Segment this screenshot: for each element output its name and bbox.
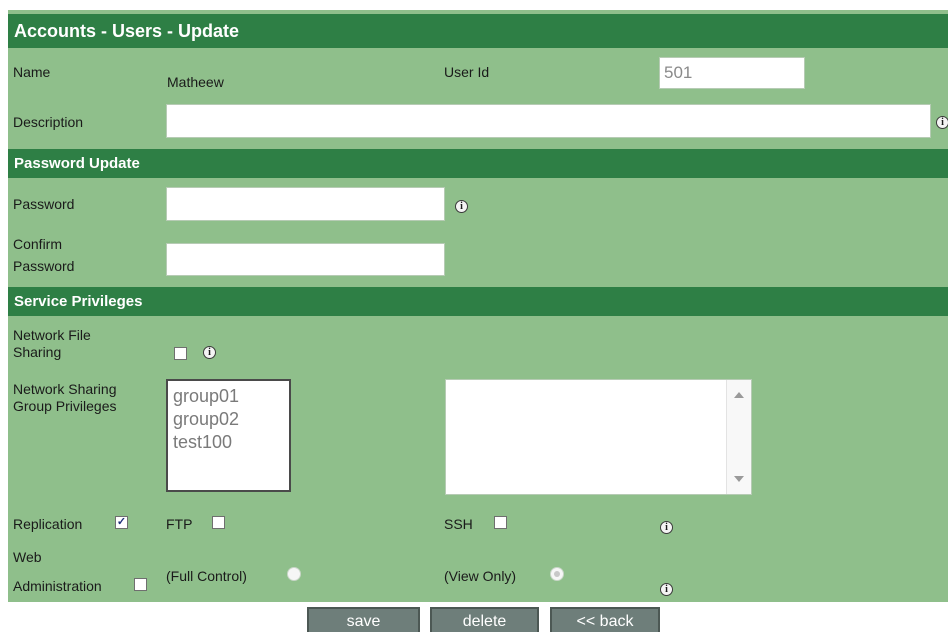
password-label: Password xyxy=(13,196,75,212)
ssh-label: SSH xyxy=(444,516,473,532)
name-value: Matheew xyxy=(167,74,224,90)
description-info-icon[interactable]: i xyxy=(936,116,948,129)
web-admin-info-icon[interactable]: i xyxy=(660,583,673,596)
confirm-password-label: Confirm Password xyxy=(13,236,74,275)
full-control-radio[interactable] xyxy=(287,567,301,581)
description-field[interactable] xyxy=(166,104,931,138)
password-info-icon[interactable]: i xyxy=(455,200,468,213)
ftp-checkbox[interactable] xyxy=(212,516,225,529)
password-field[interactable] xyxy=(166,187,445,221)
password-section-header: Password Update xyxy=(8,149,948,178)
confirm-label-line2: Password xyxy=(13,258,75,274)
replication-label: Replication xyxy=(13,516,83,532)
confirm-label-line1: Confirm xyxy=(13,236,63,252)
view-only-label: (View Only) xyxy=(444,568,517,584)
ssh-checkbox[interactable] xyxy=(494,516,507,529)
page-title: Accounts - Users - Update xyxy=(8,14,948,48)
description-label: Description xyxy=(13,114,84,130)
web-label-line1: Web xyxy=(13,549,42,565)
name-label: Name xyxy=(13,64,51,80)
scrollbar[interactable] xyxy=(726,380,751,494)
scroll-down-icon[interactable] xyxy=(734,476,744,482)
selected-groups-list[interactable] xyxy=(445,379,752,495)
nfs-info-icon[interactable]: i xyxy=(203,346,216,359)
web-admin-label: Web Administration xyxy=(13,549,102,595)
nfs-label-line1: Network File xyxy=(13,327,91,343)
userid-field[interactable]: 501 xyxy=(659,57,805,89)
full-control-label: (Full Control) xyxy=(166,568,247,584)
nfs-checkbox[interactable] xyxy=(174,347,187,360)
group-label-line1: Network Sharing xyxy=(13,381,117,397)
back-button[interactable]: << back xyxy=(550,607,660,632)
group-label-line2: Group Privileges xyxy=(13,398,117,414)
confirm-password-field[interactable] xyxy=(166,243,445,276)
check-icon: ✓ xyxy=(116,516,127,528)
view-only-radio[interactable] xyxy=(550,567,564,581)
available-groups-list[interactable]: group01 group02 test100 xyxy=(166,379,291,492)
replication-checkbox[interactable]: ✓ xyxy=(115,516,128,529)
userid-label: User Id xyxy=(444,64,490,80)
web-label-line2: Administration xyxy=(13,578,102,594)
nfs-label: Network File Sharing xyxy=(13,327,91,361)
group-privileges-label: Network Sharing Group Privileges xyxy=(13,381,117,415)
group-option[interactable]: test100 xyxy=(173,431,289,454)
privileges-section-header: Service Privileges xyxy=(8,287,948,316)
group-option[interactable]: group02 xyxy=(173,408,289,431)
scroll-up-icon[interactable] xyxy=(734,392,744,398)
services-info-icon[interactable]: i xyxy=(660,521,673,534)
web-admin-checkbox[interactable] xyxy=(134,578,147,591)
save-button[interactable]: save xyxy=(307,607,420,632)
delete-button[interactable]: delete xyxy=(430,607,539,632)
group-option[interactable]: group01 xyxy=(173,385,289,408)
nfs-label-line2: Sharing xyxy=(13,344,62,360)
ftp-label: FTP xyxy=(166,516,193,532)
